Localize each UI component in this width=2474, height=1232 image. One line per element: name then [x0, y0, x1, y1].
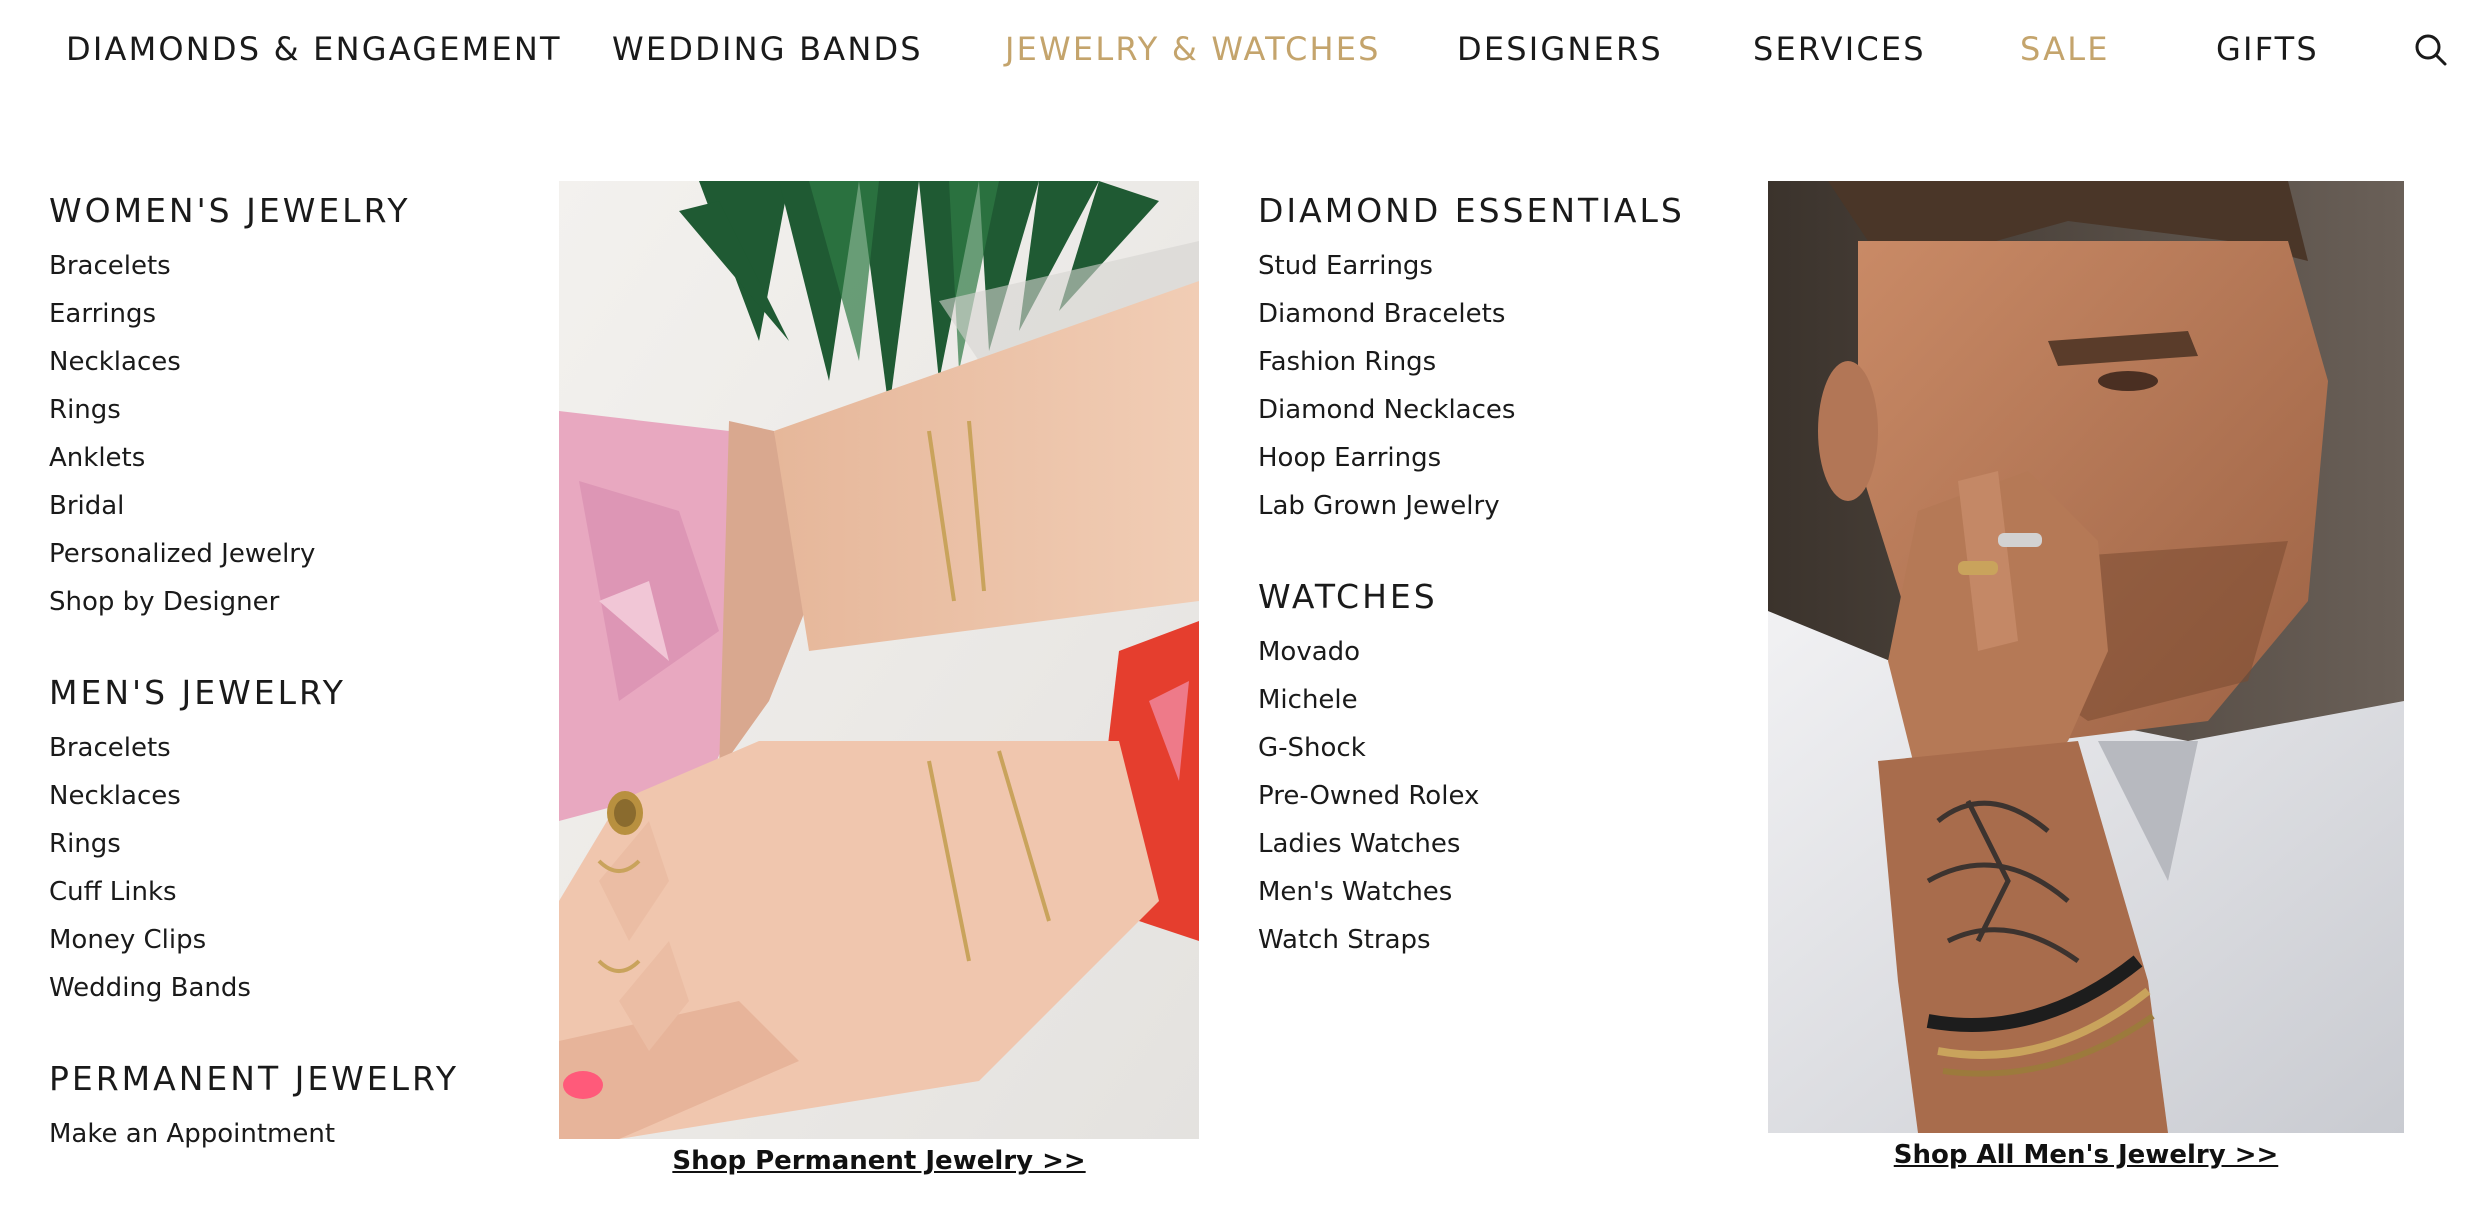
womens-link-rings[interactable]: Rings: [49, 386, 459, 434]
diamond-essentials-links: Stud Earrings Diamond Bracelets Fashion …: [1258, 242, 1685, 530]
permanent-jewelry-group: PERMANENT JEWELRY Make an Appointment: [49, 1056, 459, 1158]
permanent-jewelry-promo-image[interactable]: [559, 181, 1199, 1139]
mens-jewelry-heading[interactable]: MEN'S JEWELRY: [49, 670, 459, 716]
mens-link-cuff-links[interactable]: Cuff Links: [49, 868, 459, 916]
nav-wedding-bands[interactable]: WEDDING BANDS: [612, 30, 923, 68]
womens-link-bridal[interactable]: Bridal: [49, 482, 459, 530]
nav-services[interactable]: SERVICES: [1753, 30, 1926, 68]
watches-link-ladies[interactable]: Ladies Watches: [1258, 820, 1685, 868]
diamond-essentials-heading[interactable]: DIAMOND ESSENTIALS: [1258, 188, 1685, 234]
promo-photo-wrists: [559, 181, 1199, 1139]
watches-links: Movado Michele G-Shock Pre-Owned Rolex L…: [1258, 628, 1685, 964]
mens-link-necklaces[interactable]: Necklaces: [49, 772, 459, 820]
nav-gifts[interactable]: GIFTS: [2216, 30, 2319, 68]
womens-jewelry-group: WOMEN'S JEWELRY Bracelets Earrings Neckl…: [49, 188, 459, 626]
womens-link-anklets[interactable]: Anklets: [49, 434, 459, 482]
womens-link-shop-by-designer[interactable]: Shop by Designer: [49, 578, 459, 626]
menu-column-diamonds-watches: DIAMOND ESSENTIALS Stud Earrings Diamond…: [1258, 188, 1685, 964]
watches-link-movado[interactable]: Movado: [1258, 628, 1685, 676]
diamond-link-bracelets[interactable]: Diamond Bracelets: [1258, 290, 1685, 338]
permanent-jewelry-links: Make an Appointment: [49, 1110, 459, 1158]
nav-sale[interactable]: SALE: [2020, 30, 2110, 68]
shop-all-mens-jewelry-link[interactable]: Shop All Men's Jewelry >>: [1768, 1140, 2404, 1170]
womens-link-necklaces[interactable]: Necklaces: [49, 338, 459, 386]
watches-link-straps[interactable]: Watch Straps: [1258, 916, 1685, 964]
mens-link-rings[interactable]: Rings: [49, 820, 459, 868]
diamond-link-hoop-earrings[interactable]: Hoop Earrings: [1258, 434, 1685, 482]
watches-group: WATCHES Movado Michele G-Shock Pre-Owned…: [1258, 574, 1685, 964]
womens-jewelry-links: Bracelets Earrings Necklaces Rings Ankle…: [49, 242, 459, 626]
diamond-essentials-group: DIAMOND ESSENTIALS Stud Earrings Diamond…: [1258, 188, 1685, 530]
watches-link-mens[interactable]: Men's Watches: [1258, 868, 1685, 916]
promo-photo-man: [1768, 181, 2404, 1133]
watches-link-g-shock[interactable]: G-Shock: [1258, 724, 1685, 772]
permanent-jewelry-heading[interactable]: PERMANENT JEWELRY: [49, 1056, 459, 1102]
nav-designers[interactable]: DESIGNERS: [1457, 30, 1663, 68]
search-button[interactable]: [2412, 30, 2452, 70]
search-icon: [2415, 34, 2447, 66]
diamond-link-stud-earrings[interactable]: Stud Earrings: [1258, 242, 1685, 290]
watches-heading[interactable]: WATCHES: [1258, 574, 1685, 620]
mens-jewelry-group: MEN'S JEWELRY Bracelets Necklaces Rings …: [49, 670, 459, 1012]
womens-link-personalized[interactable]: Personalized Jewelry: [49, 530, 459, 578]
mens-link-bracelets[interactable]: Bracelets: [49, 724, 459, 772]
nav-diamonds-engagement[interactable]: DIAMONDS & ENGAGEMENT: [66, 30, 562, 68]
diamond-link-fashion-rings[interactable]: Fashion Rings: [1258, 338, 1685, 386]
mega-menu-page: DIAMONDS & ENGAGEMENT WEDDING BANDS JEWE…: [0, 0, 2474, 1232]
diamond-link-lab-grown[interactable]: Lab Grown Jewelry: [1258, 482, 1685, 530]
mens-jewelry-promo-image[interactable]: [1768, 181, 2404, 1133]
mens-link-wedding-bands[interactable]: Wedding Bands: [49, 964, 459, 1012]
watches-link-pre-owned-rolex[interactable]: Pre-Owned Rolex: [1258, 772, 1685, 820]
mens-link-money-clips[interactable]: Money Clips: [49, 916, 459, 964]
top-navigation: DIAMONDS & ENGAGEMENT WEDDING BANDS JEWE…: [0, 0, 2474, 98]
womens-link-bracelets[interactable]: Bracelets: [49, 242, 459, 290]
womens-jewelry-heading[interactable]: WOMEN'S JEWELRY: [49, 188, 459, 234]
nav-jewelry-watches[interactable]: JEWELRY & WATCHES: [1005, 30, 1381, 68]
watches-link-michele[interactable]: Michele: [1258, 676, 1685, 724]
menu-column-jewelry: WOMEN'S JEWELRY Bracelets Earrings Neckl…: [49, 188, 459, 1158]
permanent-link-appointment[interactable]: Make an Appointment: [49, 1110, 459, 1158]
diamond-link-necklaces[interactable]: Diamond Necklaces: [1258, 386, 1685, 434]
shop-permanent-jewelry-link[interactable]: Shop Permanent Jewelry >>: [559, 1146, 1199, 1176]
mens-jewelry-links: Bracelets Necklaces Rings Cuff Links Mon…: [49, 724, 459, 1012]
womens-link-earrings[interactable]: Earrings: [49, 290, 459, 338]
